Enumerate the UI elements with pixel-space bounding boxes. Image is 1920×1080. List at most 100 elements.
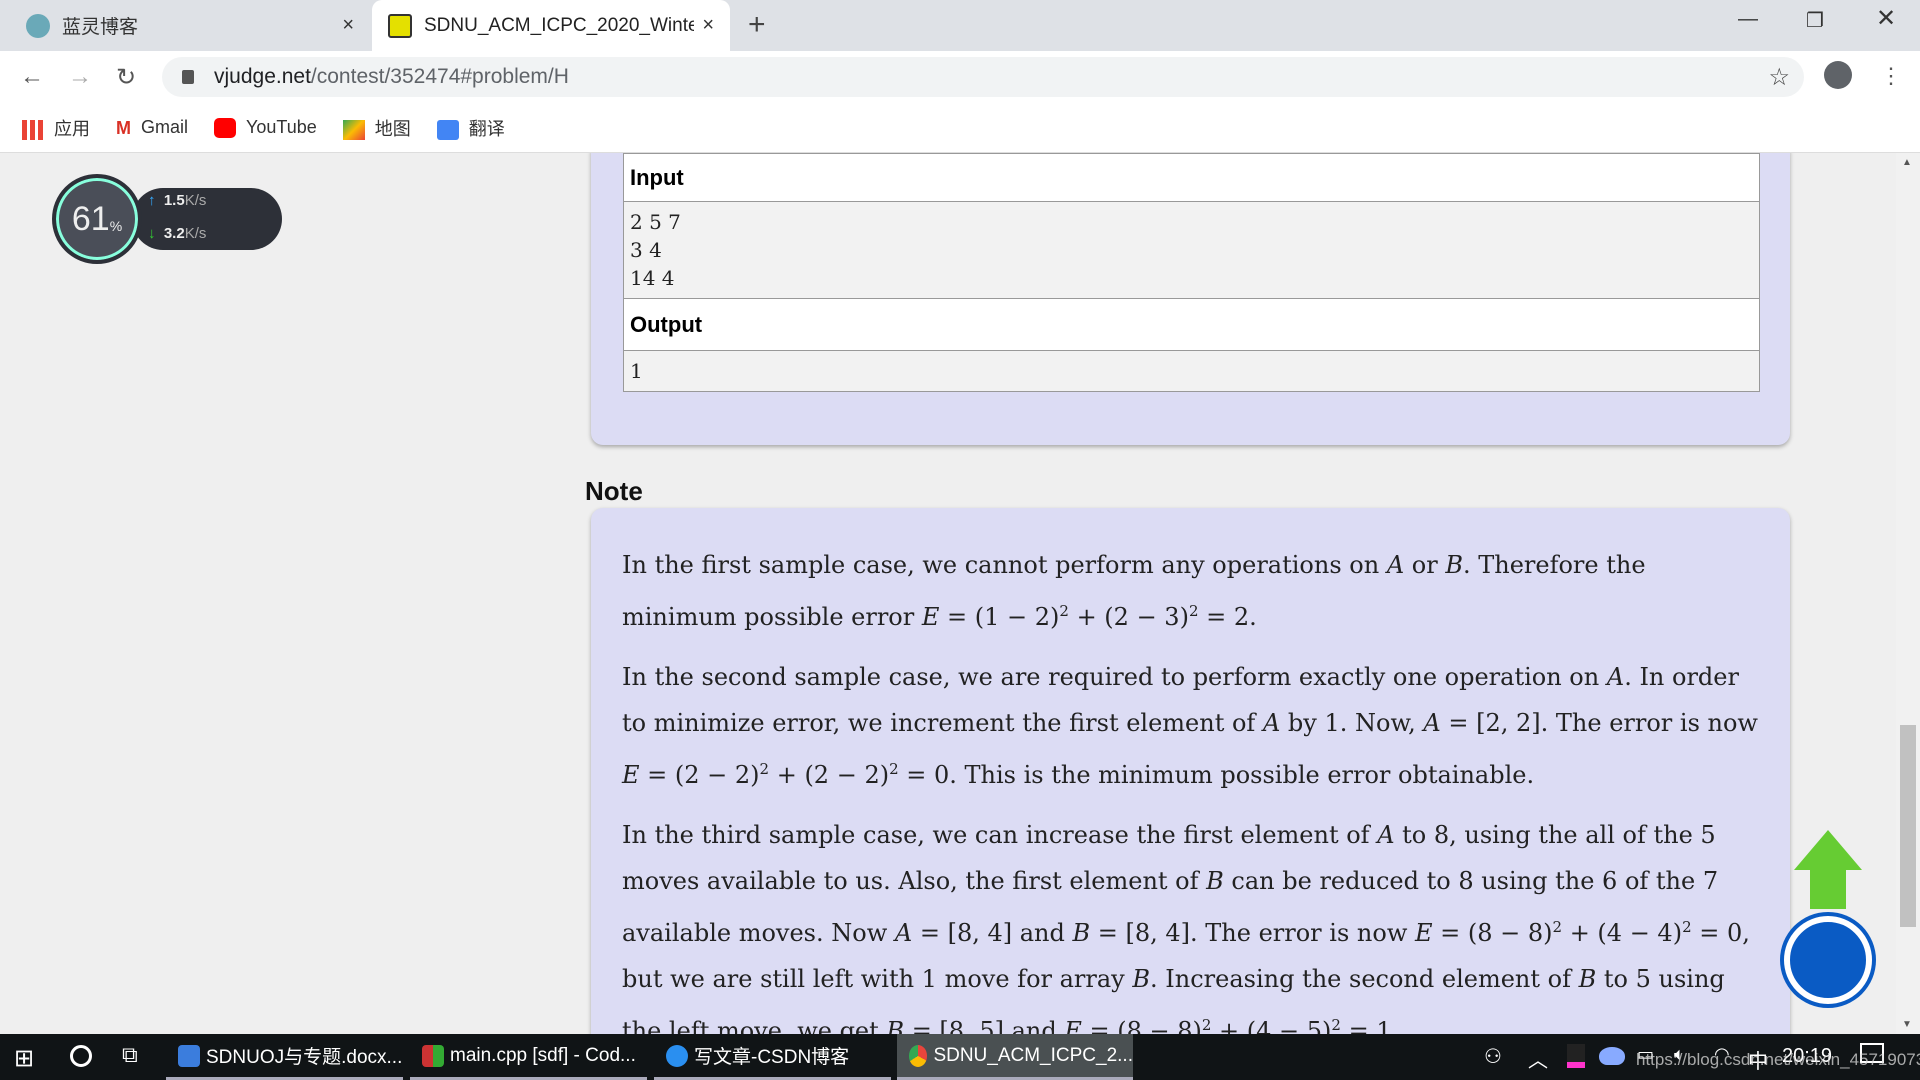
download-speed: 3.2 xyxy=(163,225,185,242)
text-segment: = [8, 4]. The error is now xyxy=(1090,919,1415,947)
chat-support-icon[interactable] xyxy=(1784,916,1872,1004)
gmail-icon: M xyxy=(116,118,131,139)
bookmark-translate[interactable]: 翻译 xyxy=(436,115,505,141)
bookmark-youtube[interactable]: YouTube xyxy=(214,116,317,139)
scroll-up-icon[interactable]: ▲ xyxy=(1902,157,1912,168)
menu-icon[interactable]: ⋮ xyxy=(1880,63,1902,89)
scrollbar[interactable]: ▲ ▼ xyxy=(1896,153,1920,1034)
text-segment: = [2, 2]. The error is now xyxy=(1440,709,1758,737)
math-variable: B xyxy=(1132,965,1151,993)
sample-line: 3 4 xyxy=(630,238,662,262)
text-segment: = 1. xyxy=(1340,1017,1400,1034)
output-label: Output xyxy=(623,298,1760,351)
math-variable: B xyxy=(1206,867,1224,895)
taskbar-item-chrome[interactable]: SDNU_ACM_ICPC_2... xyxy=(897,1034,1133,1080)
taskbar-item-word[interactable]: SDNUOJ与专题.docx... xyxy=(166,1034,403,1080)
taskbar-label: 写文章-CSDN博客 xyxy=(694,1047,850,1068)
taskbar-label: SDNU_ACM_ICPC_2... xyxy=(933,1044,1133,1066)
close-tab-icon[interactable]: × xyxy=(702,14,714,37)
back-to-top-arrow-icon[interactable] xyxy=(1794,830,1862,870)
bookmark-gmail[interactable]: M Gmail xyxy=(116,117,188,138)
percent-sign: % xyxy=(109,218,123,234)
people-icon[interactable]: ⚇ xyxy=(1484,1044,1502,1069)
bookmark-label: YouTube xyxy=(246,116,317,137)
tab-vjudge[interactable]: SDNU_ACM_ICPC_2020_Winter × xyxy=(372,0,730,51)
maps-icon xyxy=(342,119,365,140)
text-segment: by 1. Now, xyxy=(1280,709,1424,737)
codeblocks-icon xyxy=(422,1044,444,1067)
qq-icon[interactable] xyxy=(1567,1044,1585,1068)
watermark: https://blog.csdn.net/weixin_45719073 xyxy=(1636,1050,1920,1069)
sample-line: 14 4 xyxy=(630,266,675,290)
upload-speed: 1.5 xyxy=(163,192,185,209)
math-variable: A xyxy=(894,919,913,947)
math-variable: A xyxy=(1262,709,1281,737)
math-variable: B xyxy=(1445,551,1463,579)
tab-title: SDNU_ACM_ICPC_2020_Winter xyxy=(424,14,695,36)
math-variable: E xyxy=(921,603,940,631)
taskbar-item-codeblocks[interactable]: main.cpp [sdf] - Cod... xyxy=(410,1034,647,1080)
csdn-icon xyxy=(666,1044,688,1067)
profile-icon[interactable] xyxy=(1824,61,1852,89)
minimize-icon[interactable]: — xyxy=(1738,8,1758,31)
bookmark-label: 地图 xyxy=(374,118,411,139)
math-variable: E xyxy=(1414,919,1433,947)
note-paragraph: In the second sample case, we are requir… xyxy=(622,654,1766,798)
sample-card: Input 2 5 7 3 4 14 4 Output 1 xyxy=(591,153,1790,445)
sample-line: 2 5 7 xyxy=(630,210,681,234)
back-to-top-stem[interactable] xyxy=(1810,869,1846,909)
close-tab-icon[interactable]: × xyxy=(342,14,354,37)
input-value: 2 5 7 3 4 14 4 xyxy=(623,201,1760,299)
restore-icon[interactable]: ❐ xyxy=(1806,8,1824,33)
text-segment: = (8 − 8) xyxy=(1081,1017,1202,1034)
new-tab-button[interactable]: + xyxy=(748,8,766,42)
url-bar[interactable]: vjudge.net/contest/352474#problem/H ☆ xyxy=(162,57,1804,97)
text-segment: = (8 − 8) xyxy=(1432,919,1553,947)
bookmark-maps[interactable]: 地图 xyxy=(342,115,411,141)
cloud-app-icon[interactable] xyxy=(1599,1047,1625,1065)
bookmark-apps[interactable]: 应用 xyxy=(22,115,90,141)
superscript: 2 xyxy=(1682,918,1692,936)
superscript: 2 xyxy=(1552,918,1563,936)
forward-icon[interactable]: → xyxy=(68,63,92,91)
translate-icon xyxy=(436,119,459,140)
show-hidden-icons-chevron[interactable]: ︿ xyxy=(1528,1044,1548,1073)
taskbar-label: main.cpp [sdf] - Cod... xyxy=(450,1044,636,1066)
unit: K/s xyxy=(184,192,207,209)
network-speed-widget: 61% ↑ 1.5K/s ↓ 3.2K/s xyxy=(52,174,282,264)
bookmark-label: Gmail xyxy=(141,116,189,137)
note-card: In the first sample case, we cannot perf… xyxy=(591,508,1790,1034)
taskbar-item-csdn[interactable]: 写文章-CSDN博客 xyxy=(654,1034,891,1080)
input-label: Input xyxy=(623,153,1760,202)
unit: K/s xyxy=(184,225,207,242)
note-paragraph: In the third sample case, we can increas… xyxy=(622,812,1766,1034)
back-icon[interactable]: ← xyxy=(20,63,44,91)
start-windows-icon[interactable]: ⊞ xyxy=(14,1044,34,1073)
taskbar-label: SDNUOJ与专题.docx... xyxy=(206,1047,403,1068)
text-segment: = (2 − 2) xyxy=(639,761,760,789)
task-view-icon[interactable]: ⧉ xyxy=(122,1042,138,1068)
scrollbar-thumb[interactable] xyxy=(1900,725,1916,927)
reload-icon[interactable]: ↻ xyxy=(116,63,136,92)
tab-title: 蓝灵博客 xyxy=(62,17,139,38)
superscript: 2 xyxy=(1059,602,1069,620)
close-window-icon[interactable]: ✕ xyxy=(1876,4,1896,33)
scroll-down-icon[interactable]: ▼ xyxy=(1902,1019,1912,1030)
cpu-percent: 61 xyxy=(71,199,110,238)
sample-table: Input 2 5 7 3 4 14 4 Output 1 xyxy=(623,153,1760,392)
url-host: vjudge.net xyxy=(214,65,311,88)
page-content: 61% ↑ 1.5K/s ↓ 3.2K/s Input 2 5 7 3 4 14 4… xyxy=(0,153,1896,1034)
text-segment: = [8, 4] and xyxy=(912,919,1073,947)
text-segment: = 0. This is the minimum possible error … xyxy=(898,761,1535,789)
star-icon[interactable]: ☆ xyxy=(1768,63,1790,92)
search-cortana-icon[interactable] xyxy=(70,1045,92,1067)
bookmark-label: 应用 xyxy=(54,118,90,139)
text-segment: In the second sample case, we are requir… xyxy=(622,663,1607,691)
text-segment: In the third sample case, we can increas… xyxy=(622,821,1378,849)
math-variable: E xyxy=(622,761,640,789)
math-variable: A xyxy=(1423,709,1441,737)
text-segment: + (2 − 3) xyxy=(1068,603,1189,631)
anime-avatar-icon xyxy=(26,13,50,38)
math-variable: E xyxy=(1064,1017,1082,1034)
tab-lanling-blog[interactable]: 蓝灵博客 × xyxy=(10,0,370,51)
